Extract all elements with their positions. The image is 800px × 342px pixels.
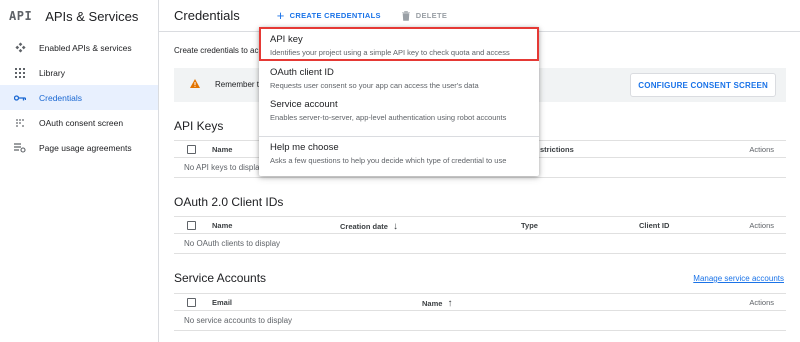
library-grid-icon xyxy=(14,67,26,79)
key-icon xyxy=(14,92,26,104)
menu-item-oauth-client-id[interactable]: OAuth client ID Requests user consent so… xyxy=(259,63,539,93)
menu-item-description: Enables server-to-server, app-level auth… xyxy=(270,113,507,122)
settings-list-icon xyxy=(14,142,26,154)
sidebar-item-label: Page usage agreements xyxy=(39,142,132,153)
service-accounts-title: Service Accounts xyxy=(174,271,267,285)
menu-item-label: OAuth client ID xyxy=(270,67,334,78)
oauth-empty-row: No OAuth clients to display xyxy=(174,234,786,254)
column-email[interactable]: Email xyxy=(212,298,232,307)
delete-button[interactable]: DELETE xyxy=(401,10,448,21)
column-name[interactable]: Name ↑ xyxy=(422,298,452,309)
arrow-down-icon: ↓ xyxy=(392,221,398,232)
menu-item-description: Asks a few questions to help you decide … xyxy=(270,156,507,165)
plus-icon: + xyxy=(276,8,285,23)
sidebar-item-label: Enabled APIs & services xyxy=(39,42,132,53)
empty-message: No service accounts to display xyxy=(184,316,293,325)
sidebar-item-oauth-consent[interactable]: OAuth consent screen xyxy=(0,110,158,135)
oauth-clients-title: OAuth 2.0 Client IDs xyxy=(174,195,284,209)
menu-divider xyxy=(259,136,539,137)
select-all-checkbox[interactable] xyxy=(187,145,196,154)
menu-item-api-key[interactable]: API key Identifies your project using a … xyxy=(259,27,539,61)
oauth-table-header: Name Creation date ↓ Type Client ID Actio… xyxy=(174,216,786,234)
api-logo: API xyxy=(9,9,33,23)
service-accounts-table-header: Email Name ↑ Actions xyxy=(174,293,786,311)
consent-dots-icon xyxy=(14,117,26,129)
manage-service-accounts-link[interactable]: Manage service accounts xyxy=(693,274,784,283)
sidebar-nav: Enabled APIs & services Library Credenti… xyxy=(0,35,158,160)
intro-text: Create credentials to ac xyxy=(174,46,259,55)
configure-consent-screen-button[interactable]: CONFIGURE CONSENT SCREEN xyxy=(630,73,776,97)
select-all-checkbox[interactable] xyxy=(187,298,196,307)
api-diamond-icon xyxy=(14,42,26,54)
api-keys-title: API Keys xyxy=(174,119,224,133)
arrow-up-icon: ↑ xyxy=(447,298,453,309)
sidebar-item-page-usage[interactable]: Page usage agreements xyxy=(0,135,158,160)
column-actions: Actions xyxy=(749,221,774,230)
menu-item-label: API key xyxy=(270,34,303,45)
menu-item-service-account[interactable]: Service account Enables server-to-server… xyxy=(259,95,539,127)
column-type[interactable]: Type xyxy=(521,221,538,230)
sidebar-item-library[interactable]: Library xyxy=(0,60,158,85)
sidebar-item-credentials[interactable]: Credentials xyxy=(0,85,158,110)
service-accounts-empty-row: No service accounts to display xyxy=(174,311,786,331)
column-restrictions[interactable]: strictions xyxy=(540,145,574,154)
brand[interactable]: API APIs & Services xyxy=(0,0,158,32)
column-creation-date[interactable]: Creation date ↓ xyxy=(340,221,398,232)
create-credentials-label: CREATE CREDENTIALS xyxy=(289,11,381,20)
sidebar: API APIs & Services Enabled APIs & servi… xyxy=(0,0,159,342)
column-client-id[interactable]: Client ID xyxy=(639,221,669,230)
sidebar-item-enabled-apis[interactable]: Enabled APIs & services xyxy=(0,35,158,60)
empty-message: No API keys to displa xyxy=(184,163,260,172)
column-name[interactable]: Name xyxy=(212,221,232,230)
menu-item-description: Identifies your project using a simple A… xyxy=(270,48,510,57)
sidebar-item-label: OAuth consent screen xyxy=(39,117,124,128)
create-credentials-button[interactable]: + CREATE CREDENTIALS xyxy=(277,8,381,23)
warning-icon xyxy=(190,79,200,88)
create-credentials-menu: API key Identifies your project using a … xyxy=(259,27,539,176)
sidebar-item-label: Credentials xyxy=(39,92,82,103)
menu-item-label: Service account xyxy=(270,99,338,110)
sidebar-item-label: Library xyxy=(39,67,65,78)
menu-item-label: Help me choose xyxy=(270,142,339,153)
column-name[interactable]: Name xyxy=(212,145,232,154)
column-label: Name xyxy=(422,299,443,308)
menu-item-help-me-choose[interactable]: Help me choose Asks a few questions to h… xyxy=(259,138,539,170)
select-all-checkbox[interactable] xyxy=(187,221,196,230)
column-actions: Actions xyxy=(749,145,774,154)
trash-icon xyxy=(401,10,410,21)
banner-text: Remember t xyxy=(215,80,260,89)
delete-label: DELETE xyxy=(415,11,448,20)
column-label: Creation date xyxy=(340,222,388,231)
empty-message: No OAuth clients to display xyxy=(184,239,281,248)
app-title: APIs & Services xyxy=(45,8,139,24)
page-title: Credentials xyxy=(174,8,240,23)
menu-item-description: Requests user consent so your app can ac… xyxy=(270,81,479,90)
column-actions: Actions xyxy=(749,298,774,307)
